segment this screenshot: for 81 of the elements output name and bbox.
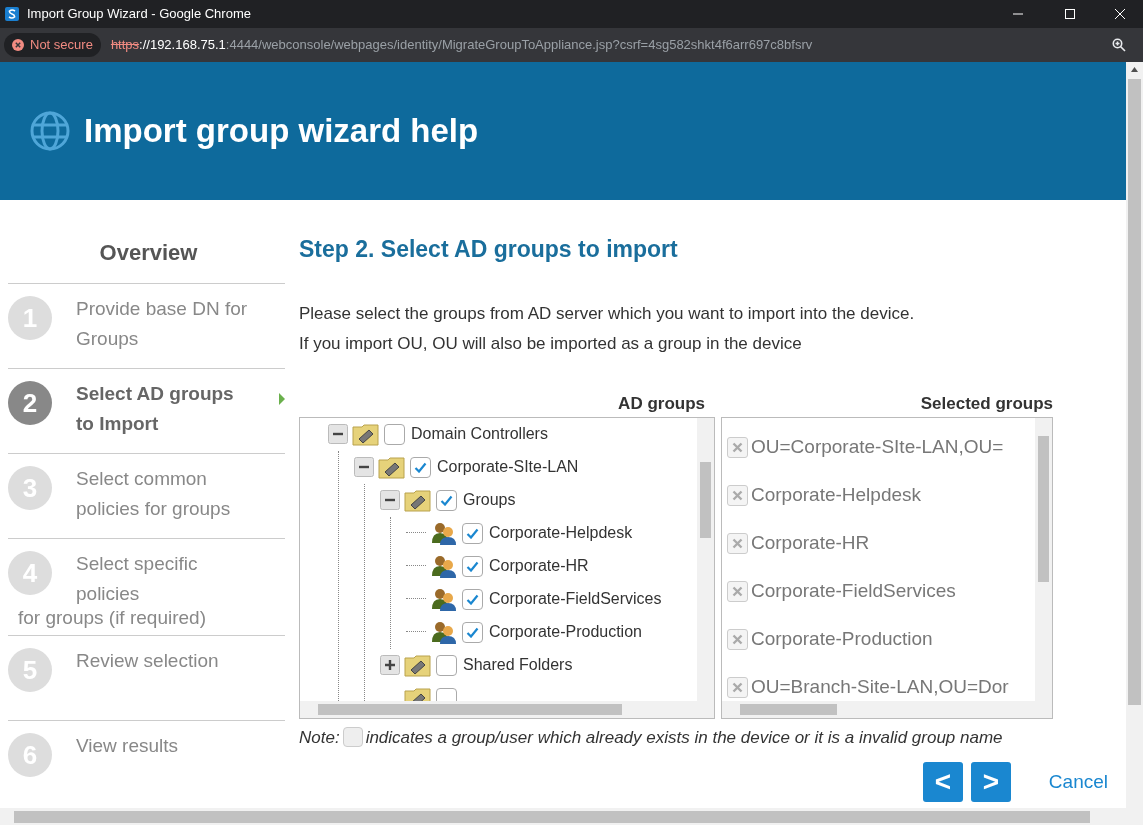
selected-group: Corporate-Helpdesk	[751, 481, 922, 510]
zoom-icon[interactable]	[1112, 38, 1126, 52]
note-label: Note:	[299, 726, 340, 749]
users-icon	[430, 554, 458, 578]
check-icon	[414, 461, 427, 473]
checkbox[interactable]	[384, 423, 405, 445]
users-icon	[430, 521, 458, 545]
warning-icon	[12, 39, 24, 51]
selected-group: Corporate-Production	[751, 625, 933, 654]
check-icon	[466, 626, 479, 638]
tree-item-label[interactable]: Corporate-HR	[489, 554, 589, 578]
folder-icon	[404, 653, 432, 677]
page-scrollbar[interactable]	[1126, 62, 1143, 808]
maximize-icon[interactable]	[1064, 8, 1076, 20]
arrow-icon	[279, 393, 285, 405]
remove-icon[interactable]	[727, 533, 748, 554]
selected-group: OU=Corporate-SIte-LAN,OU=	[751, 433, 1004, 462]
description-text: Please select the groups from AD server which you want to import into the device.	[299, 302, 915, 325]
window-title: Import Group Wizard - Google Chrome	[27, 5, 251, 24]
step-heading: Step 2. Select AD groups to import	[299, 235, 679, 264]
check-icon	[440, 494, 453, 506]
tree-item-label[interactable]: Corporate-FieldServices	[489, 587, 662, 611]
checkbox[interactable]	[410, 456, 431, 478]
collapse-icon[interactable]	[380, 490, 400, 510]
selected-group: OU=Branch-Site-LAN,OU=Dor	[751, 673, 1009, 702]
remove-icon[interactable]	[727, 629, 748, 650]
panel-heading: AD groups	[617, 392, 706, 415]
expand-icon[interactable]	[380, 655, 400, 675]
vertical-scrollbar[interactable]	[697, 417, 714, 702]
tree-item-label[interactable]: Corporate-Helpdesk	[489, 521, 633, 545]
check-icon	[466, 593, 479, 605]
check-icon	[466, 527, 479, 539]
next-button[interactable]: >	[970, 762, 1011, 802]
remove-icon[interactable]	[727, 581, 748, 602]
step-label[interactable]: Select AD groups to Import	[76, 379, 248, 439]
tree-item-label[interactable]: Corporate-Production	[489, 620, 642, 644]
remove-icon[interactable]	[727, 437, 748, 458]
horizontal-scrollbar[interactable]	[300, 700, 714, 718]
page-title: Import group wizard help	[84, 111, 479, 152]
step-label[interactable]: Provide base DN for Groups	[76, 294, 248, 354]
app-icon	[5, 7, 19, 21]
cancel-link[interactable]: Cancel	[1048, 767, 1108, 797]
selected-group: Corporate-HR	[751, 529, 870, 558]
address-field[interactable]: https://192.168.75.1:4444/webconsole/webpages/identity/MigrateGroupToAppliance.jsp?csrf=4sg582shkt4f6arr697c8bfsrv	[110, 35, 813, 55]
step-label[interactable]: View results	[76, 731, 248, 761]
checkbox[interactable]	[436, 489, 457, 511]
selected-group: Corporate-FieldServices	[751, 577, 956, 606]
users-icon	[430, 587, 458, 611]
tree-item-label[interactable]: Shared Folders	[463, 653, 573, 677]
sidebar-title: Overview	[98, 239, 199, 267]
close-icon[interactable]	[1114, 8, 1126, 20]
folder-icon	[378, 455, 406, 479]
folder-icon	[352, 422, 380, 446]
tree-item-label[interactable]: Domain Controllers	[411, 422, 548, 446]
note-text: indicates a group/user which already exists in the device or it is a invalid group name	[365, 726, 1003, 749]
security-chip[interactable]: Not secure	[4, 33, 101, 57]
tree-item-label[interactable]: Groups	[463, 488, 516, 512]
checkbox[interactable]	[462, 621, 483, 643]
remove-icon[interactable]	[727, 677, 748, 698]
folder-icon	[404, 488, 432, 512]
collapse-icon[interactable]	[328, 424, 348, 444]
horizontal-page-scrollbar[interactable]	[0, 808, 1143, 825]
step-label[interactable]: Select common policies for groups	[76, 464, 248, 524]
checkbox[interactable]	[462, 555, 483, 577]
checkbox[interactable]	[436, 654, 457, 676]
step-number[interactable]: 2	[8, 381, 52, 425]
users-icon	[430, 620, 458, 644]
checkbox-icon	[342, 727, 363, 748]
remove-icon[interactable]	[727, 485, 748, 506]
vertical-scrollbar[interactable]	[1035, 417, 1052, 702]
step-label[interactable]: Review selection	[76, 646, 248, 676]
collapse-icon[interactable]	[354, 457, 374, 477]
globe-icon	[29, 110, 71, 152]
description-text: If you import OU, OU will also be imported as a group in the device	[299, 332, 802, 355]
checkbox[interactable]	[462, 522, 483, 544]
panel-heading: Selected groups	[919, 392, 1053, 415]
back-button[interactable]: <	[922, 762, 963, 802]
tree-item-label[interactable]: Corporate-SIte-LAN	[437, 455, 579, 479]
horizontal-scrollbar[interactable]	[722, 700, 1052, 718]
check-icon	[466, 560, 479, 572]
checkbox[interactable]	[462, 588, 483, 610]
